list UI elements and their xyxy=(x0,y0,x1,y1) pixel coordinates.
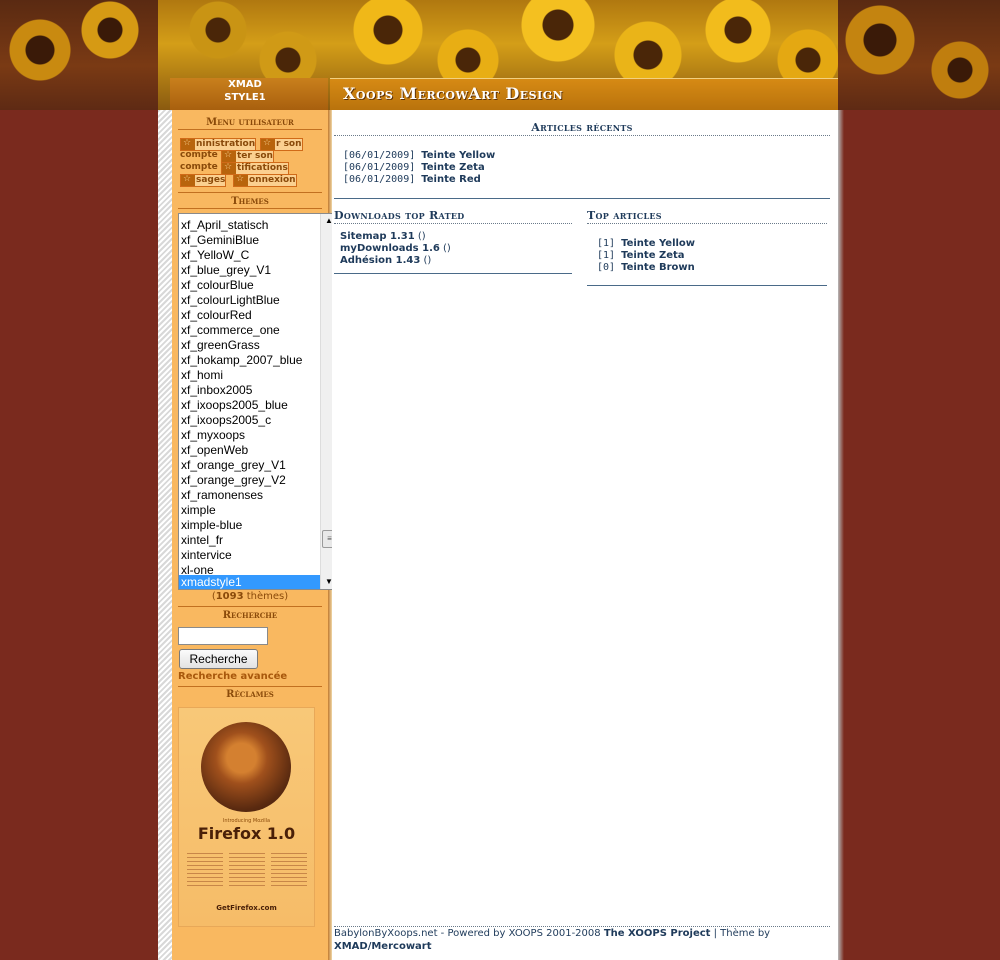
star-icon xyxy=(222,163,236,174)
theme-option[interactable]: xf_ixoops2005_blue xyxy=(179,398,322,413)
user-menu-title: Menu utilisateur xyxy=(178,117,322,130)
section-divider xyxy=(334,198,830,199)
star-icon xyxy=(181,139,195,150)
block-divider xyxy=(178,192,322,193)
theme-option[interactable]: xintervice xyxy=(179,548,322,563)
theme-option[interactable]: xf_YelloW_C xyxy=(179,248,322,263)
recent-article-link[interactable]: Teinte Red xyxy=(421,174,481,185)
theme-select-list[interactable]: xf_April_statisch xf_GeminiBlue xf_Yello… xyxy=(178,213,338,590)
download-link[interactable]: Sitemap 1.31 xyxy=(340,231,415,242)
theme-option[interactable]: xf_commerce_one xyxy=(179,323,322,338)
theme-option[interactable]: xf_colourRed xyxy=(179,308,322,323)
section-divider xyxy=(587,285,827,286)
site-name: XMAD STYLE1 xyxy=(170,78,320,104)
firefox-ad-banner[interactable]: Introducing Mozilla Firefox 1.0 GetFiref… xyxy=(178,707,315,927)
site-name-line1: XMAD xyxy=(228,79,262,90)
user-menu-account-cont[interactable]: compte xyxy=(180,150,218,161)
recent-article-item: [06/01/2009] Teinte Yellow xyxy=(343,150,496,161)
theme-option[interactable]: xf_orange_grey_V2 xyxy=(179,473,322,488)
search-button[interactable]: Recherche xyxy=(179,649,258,669)
theme-option-selected[interactable]: xmadstyle1 xyxy=(179,575,322,589)
top-article-item: [1] Teinte Yellow xyxy=(597,238,696,249)
star-icon xyxy=(234,175,248,186)
theme-option[interactable]: xf_orange_grey_V1 xyxy=(179,458,322,473)
recent-articles-title: Articles récents xyxy=(334,121,830,136)
search-input[interactable] xyxy=(178,627,268,645)
theme-option[interactable]: xf_greenGrass xyxy=(179,338,322,353)
theme-option[interactable]: xf_colourLightBlue xyxy=(179,293,322,308)
firefox-logo-icon xyxy=(201,722,291,812)
ads-title: Réclames xyxy=(226,689,274,700)
theme-option[interactable]: xf_April_statisch xyxy=(179,218,322,233)
left-stripe xyxy=(158,110,172,960)
block-divider xyxy=(178,606,322,607)
top-article-item: [1] Teinte Zeta xyxy=(597,250,685,261)
star-icon xyxy=(181,175,195,186)
theme-count-value: 1093 xyxy=(215,591,244,602)
star-icon xyxy=(261,139,275,150)
section-divider xyxy=(334,273,572,274)
theme-count: (1093 thèmes) xyxy=(211,591,289,602)
xoops-project-link[interactable]: The XOOPS Project xyxy=(604,928,711,939)
recent-article-link[interactable]: Teinte Zeta xyxy=(421,162,484,173)
theme-option[interactable]: xf_GeminiBlue xyxy=(179,233,322,248)
top-article-link[interactable]: Teinte Brown xyxy=(621,262,695,273)
block-divider xyxy=(178,686,322,687)
theme-option[interactable]: xintel_fr xyxy=(179,533,322,548)
recent-article-item: [06/01/2009] Teinte Red xyxy=(343,174,481,185)
footer: BabylonByXoops.net - Powered by XOOPS 20… xyxy=(334,928,771,952)
themes-title: Themes xyxy=(178,196,322,209)
ad-text-column xyxy=(271,853,307,887)
theme-option[interactable]: xf_ixoops2005_c xyxy=(179,413,322,428)
ad-product-name: Firefox 1.0 xyxy=(197,824,296,843)
top-article-item: [0] Teinte Brown xyxy=(597,262,695,273)
theme-author-link[interactable]: XMAD/Mercowart xyxy=(334,941,432,952)
site-logo[interactable]: Xoops MercowArt Design xyxy=(343,84,563,103)
top-article-link[interactable]: Teinte Yellow xyxy=(621,238,695,249)
right-shadow xyxy=(838,110,844,960)
site-name-line2: STYLE1 xyxy=(224,92,266,103)
ad-fine-print xyxy=(187,853,307,893)
theme-option[interactable]: ximple-blue xyxy=(179,518,322,533)
download-item: myDownloads 1.6 () xyxy=(340,243,451,254)
ad-text-column xyxy=(187,853,223,887)
user-menu-logout[interactable]: onnexion xyxy=(233,174,297,187)
recent-article-item: [06/01/2009] Teinte Zeta xyxy=(343,162,485,173)
search-title: Recherche xyxy=(222,610,278,621)
recent-article-link[interactable]: Teinte Yellow xyxy=(421,150,495,161)
top-articles-title: Top articles xyxy=(587,209,827,224)
user-menu-edit-account-cont[interactable]: compte xyxy=(180,162,218,173)
top-article-link[interactable]: Teinte Zeta xyxy=(621,250,684,261)
theme-option[interactable]: xf_inbox2005 xyxy=(179,383,322,398)
download-link[interactable]: myDownloads 1.6 xyxy=(340,243,440,254)
star-icon xyxy=(222,151,236,162)
ad-cta: GetFirefox.com xyxy=(216,904,277,912)
theme-option[interactable]: ximple xyxy=(179,503,322,518)
downloads-title: Downloads top Rated xyxy=(334,209,572,224)
theme-option[interactable]: xf_colourBlue xyxy=(179,278,322,293)
theme-option[interactable]: xf_myxoops xyxy=(179,428,322,443)
download-item: Adhésion 1.43 () xyxy=(340,255,432,266)
theme-option[interactable]: xf_openWeb xyxy=(179,443,322,458)
theme-option[interactable]: xf_hokamp_2007_blue xyxy=(179,353,322,368)
user-menu-messages[interactable]: sages xyxy=(180,174,227,187)
theme-option[interactable]: xf_blue_grey_V1 xyxy=(179,263,322,278)
download-link[interactable]: Adhésion 1.43 xyxy=(340,255,420,266)
download-item: Sitemap 1.31 () xyxy=(340,231,426,242)
theme-option[interactable]: xf_ramonenses xyxy=(179,488,322,503)
advanced-search-link[interactable]: Recherche avancée xyxy=(178,671,287,682)
theme-option[interactable]: xf_homi xyxy=(179,368,322,383)
ad-text-column xyxy=(229,853,265,887)
